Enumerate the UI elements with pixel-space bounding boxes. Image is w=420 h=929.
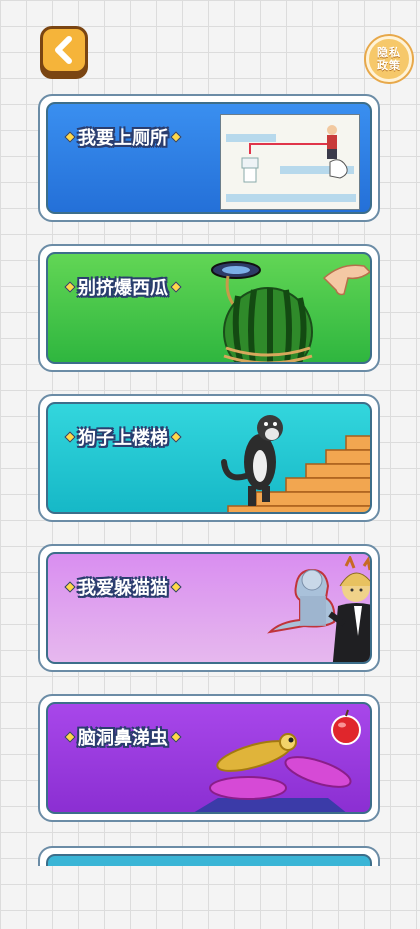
slug-illustration xyxy=(194,709,361,812)
game-card-toilet-banner: 我要上厕所 xyxy=(46,102,372,214)
diamond-icon xyxy=(64,281,76,293)
game-title: 别挤爆西瓜 xyxy=(64,274,182,300)
game-card-slug[interactable]: 脑洞鼻涕虫 xyxy=(38,694,380,822)
hide-seek-illustration xyxy=(267,556,370,662)
game-card-partial[interactable] xyxy=(38,846,380,866)
game-title-text: 我要上厕所 xyxy=(78,128,168,149)
diamond-icon xyxy=(170,431,182,443)
diamond-icon xyxy=(170,281,182,293)
privacy-policy-button[interactable]: 隐私 政策 xyxy=(366,36,412,82)
diamond-icon xyxy=(170,131,182,143)
diamond-icon xyxy=(64,581,76,593)
privacy-label-line2: 政策 xyxy=(377,59,401,72)
diamond-icon xyxy=(170,581,182,593)
game-card-slug-banner: 脑洞鼻涕虫 xyxy=(46,702,372,814)
game-title-text: 脑洞鼻涕虫 xyxy=(78,728,168,749)
game-card-watermelon[interactable]: 别挤爆西瓜 xyxy=(38,244,380,372)
game-title-text: 我爱躲猫猫 xyxy=(78,578,168,599)
game-title: 狗子上楼梯 xyxy=(64,424,182,450)
game-card-hide-seek-banner: 我爱躲猫猫 xyxy=(46,552,372,664)
watermelon-illustration xyxy=(211,261,370,362)
game-title-text: 别挤爆西瓜 xyxy=(78,278,168,299)
diamond-icon xyxy=(64,431,76,443)
game-card-dog-stairs[interactable]: 狗子上楼梯 xyxy=(38,394,380,522)
diamond-icon xyxy=(64,131,76,143)
dog-stairs-illustration xyxy=(221,415,370,512)
toilet-maze-illustration xyxy=(220,114,360,210)
game-card-toilet[interactable]: 我要上厕所 xyxy=(38,94,380,222)
game-title: 我爱躲猫猫 xyxy=(64,574,182,600)
back-button[interactable] xyxy=(40,26,88,74)
game-card-watermelon-banner: 别挤爆西瓜 xyxy=(46,252,372,364)
game-card-partial-banner xyxy=(46,854,372,866)
game-title: 我要上厕所 xyxy=(64,124,182,150)
game-card-hide-seek[interactable]: 我爱躲猫猫 xyxy=(38,544,380,672)
chevron-left-icon xyxy=(55,36,72,64)
privacy-label-line1: 隐私 xyxy=(377,46,401,59)
game-title-text: 狗子上楼梯 xyxy=(78,428,168,449)
game-card-dog-stairs-banner: 狗子上楼梯 xyxy=(46,402,372,514)
diamond-icon xyxy=(64,731,76,743)
